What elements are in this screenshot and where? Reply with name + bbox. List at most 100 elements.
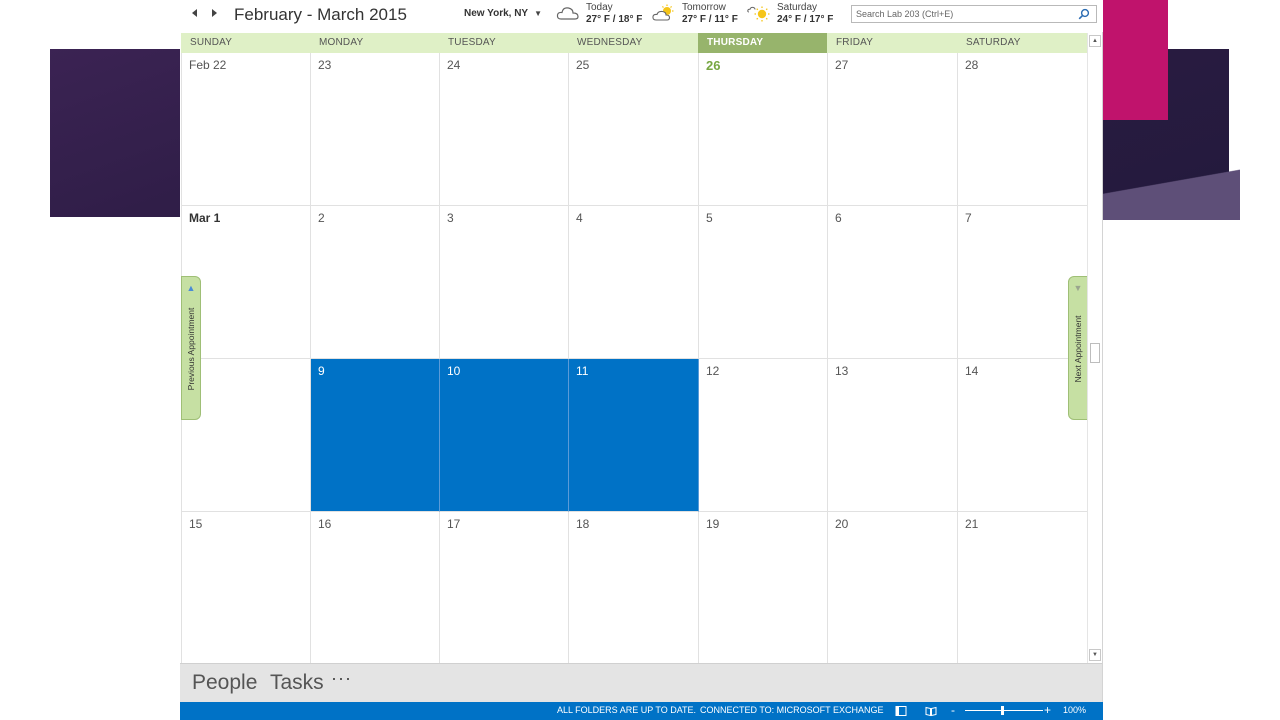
status-bar: ALL FOLDERS ARE UP TO DATE. CONNECTED TO… [180, 702, 1103, 720]
day-number: 19 [706, 517, 720, 531]
scrollbar-thumb[interactable] [1090, 343, 1100, 363]
reading-view-icon[interactable] [925, 705, 937, 717]
calendar-day-cell[interactable]: 21 [958, 512, 1088, 665]
calendar-day-cell[interactable]: 2 [311, 206, 440, 359]
calendar-day-cell[interactable]: 8 [182, 359, 311, 512]
calendar-day-cell[interactable]: 28 [958, 53, 1088, 206]
slide-background: February - March 2015 New York, NY ▼ Toda… [0, 0, 1280, 720]
calendar-day-cell[interactable]: 9 [311, 359, 440, 512]
day-number: 20 [835, 517, 849, 531]
day-number: 17 [447, 517, 461, 531]
calendar-day-cell[interactable]: 23 [311, 53, 440, 206]
weather-day-label: Saturday [777, 2, 818, 13]
calendar-day-cell[interactable]: 5 [699, 206, 828, 359]
scroll-down-button[interactable]: ▼ [1089, 649, 1101, 661]
calendar-day-cell[interactable]: 19 [699, 512, 828, 665]
triangle-right-icon [212, 9, 217, 17]
calendar-day-cell[interactable]: 4 [569, 206, 699, 359]
calendar-day-cell[interactable]: Mar 1 [182, 206, 311, 359]
weekday-header-tuesday: TUESDAY [448, 37, 496, 48]
calendar-day-cell[interactable]: Feb 22 [182, 53, 311, 206]
weekday-header-thursday: THURSDAY [698, 33, 827, 55]
vertical-scrollbar[interactable]: ▲ ▼ [1087, 33, 1102, 663]
slide-wave-accent [1100, 160, 1240, 220]
weather-saturday[interactable]: Saturday 24° F / 17° F [747, 2, 837, 30]
day-number: 11 [576, 364, 589, 378]
calendar-day-cell[interactable]: 10 [440, 359, 569, 512]
weather-day-label: Tomorrow [682, 2, 726, 13]
day-number: 12 [706, 364, 720, 378]
weather-today[interactable]: Today 27° F / 18° F [556, 2, 642, 30]
nav-tasks[interactable]: Tasks [270, 671, 324, 695]
sun-icon [747, 6, 770, 22]
nav-people[interactable]: People [192, 671, 257, 695]
calendar-day-cell[interactable]: 13 [828, 359, 958, 512]
previous-appointment-tab[interactable]: ▲ Previous Appointment [181, 276, 201, 420]
weekday-header-friday: FRIDAY [836, 37, 874, 48]
normal-view-icon[interactable] [895, 705, 907, 717]
weather-day-label: Today [586, 2, 613, 13]
calendar-day-cell[interactable]: 27 [828, 53, 958, 206]
weekday-header-row: SUNDAY MONDAY TUESDAY WEDNESDAY THURSDAY FRID… [181, 33, 1087, 55]
day-number: 3 [447, 211, 454, 225]
calendar-day-cell[interactable]: 20 [828, 512, 958, 665]
day-number: 4 [576, 211, 583, 225]
scroll-up-button[interactable]: ▲ [1089, 35, 1101, 47]
zoom-out-button[interactable]: - [951, 703, 955, 717]
calendar-day-cell[interactable]: 24 [440, 53, 569, 206]
day-number: 25 [576, 58, 590, 72]
weekday-header-sunday: SUNDAY [190, 37, 233, 48]
calendar-day-cell[interactable]: 16 [311, 512, 440, 665]
cloud-icon [556, 7, 579, 20]
caret-down-icon: ▼ [534, 9, 543, 18]
calendar-day-cell[interactable]: 12 [699, 359, 828, 512]
previous-month-button[interactable] [188, 8, 202, 22]
calendar-day-cell[interactable]: 25 [569, 53, 699, 206]
day-number: 6 [835, 211, 842, 225]
calendar-day-cell[interactable]: 18 [569, 512, 699, 665]
day-number: 9 [318, 364, 325, 378]
day-number: 13 [835, 364, 849, 378]
search-box[interactable] [851, 5, 1097, 23]
calendar-day-cell[interactable]: 11 [569, 359, 699, 512]
day-number: Feb 22 [189, 58, 227, 72]
weather-location-dropdown[interactable]: New York, NY ▼ [464, 8, 542, 19]
triangle-left-icon [192, 9, 197, 17]
calendar-day-cell[interactable]: 17 [440, 512, 569, 665]
slide-magenta-accent [1103, 0, 1168, 120]
day-number: 14 [965, 364, 979, 378]
more-ellipsis-icon[interactable]: ··· [331, 668, 352, 689]
day-number: 23 [318, 58, 332, 72]
zoom-slider-track[interactable] [965, 710, 1043, 711]
zoom-in-button[interactable]: + [1044, 703, 1051, 717]
zoom-slider-thumb[interactable] [1001, 706, 1004, 715]
weather-tomorrow[interactable]: Tomorrow 27° F / 11° F [652, 2, 740, 30]
day-number: 7 [965, 211, 972, 225]
previous-appointment-label: Previous Appointment [186, 307, 196, 391]
calendar-day-cell[interactable]: 26 [699, 53, 828, 206]
day-number: 28 [965, 58, 979, 72]
search-icon[interactable] [1078, 8, 1090, 20]
calendar-toolbar: February - March 2015 New York, NY ▼ Toda… [180, 0, 1103, 32]
zoom-level: 100% [1063, 705, 1087, 715]
weather-temperature: 27° F / 18° F [586, 14, 643, 25]
day-number: 10 [447, 364, 461, 378]
weekday-header-wednesday: WEDNESDAY [577, 37, 643, 48]
day-number: 21 [965, 517, 979, 531]
calendar-day-cell[interactable]: 6 [828, 206, 958, 359]
calendar-date-range-title: February - March 2015 [234, 5, 407, 24]
search-input[interactable] [852, 6, 1072, 22]
arrow-up-icon: ▲ [186, 283, 196, 293]
weather-location-label: New York, NY [464, 8, 529, 19]
next-appointment-label: Next Appointment [1073, 315, 1083, 383]
arrow-down-icon: ▼ [1073, 283, 1083, 293]
weather-temperature: 24° F / 17° F [777, 14, 834, 25]
month-view-grid: Feb 22232425262728Mar 123456789101112131… [181, 53, 1088, 665]
calendar-day-cell[interactable]: 3 [440, 206, 569, 359]
next-appointment-tab[interactable]: ▼ Next Appointment [1068, 276, 1088, 420]
next-month-button[interactable] [207, 8, 221, 22]
day-number: 26 [706, 58, 721, 73]
calendar-day-cell[interactable]: 15 [182, 512, 311, 665]
day-number: 16 [318, 517, 332, 531]
bottom-navigation-bar: People Tasks ··· [180, 663, 1102, 702]
